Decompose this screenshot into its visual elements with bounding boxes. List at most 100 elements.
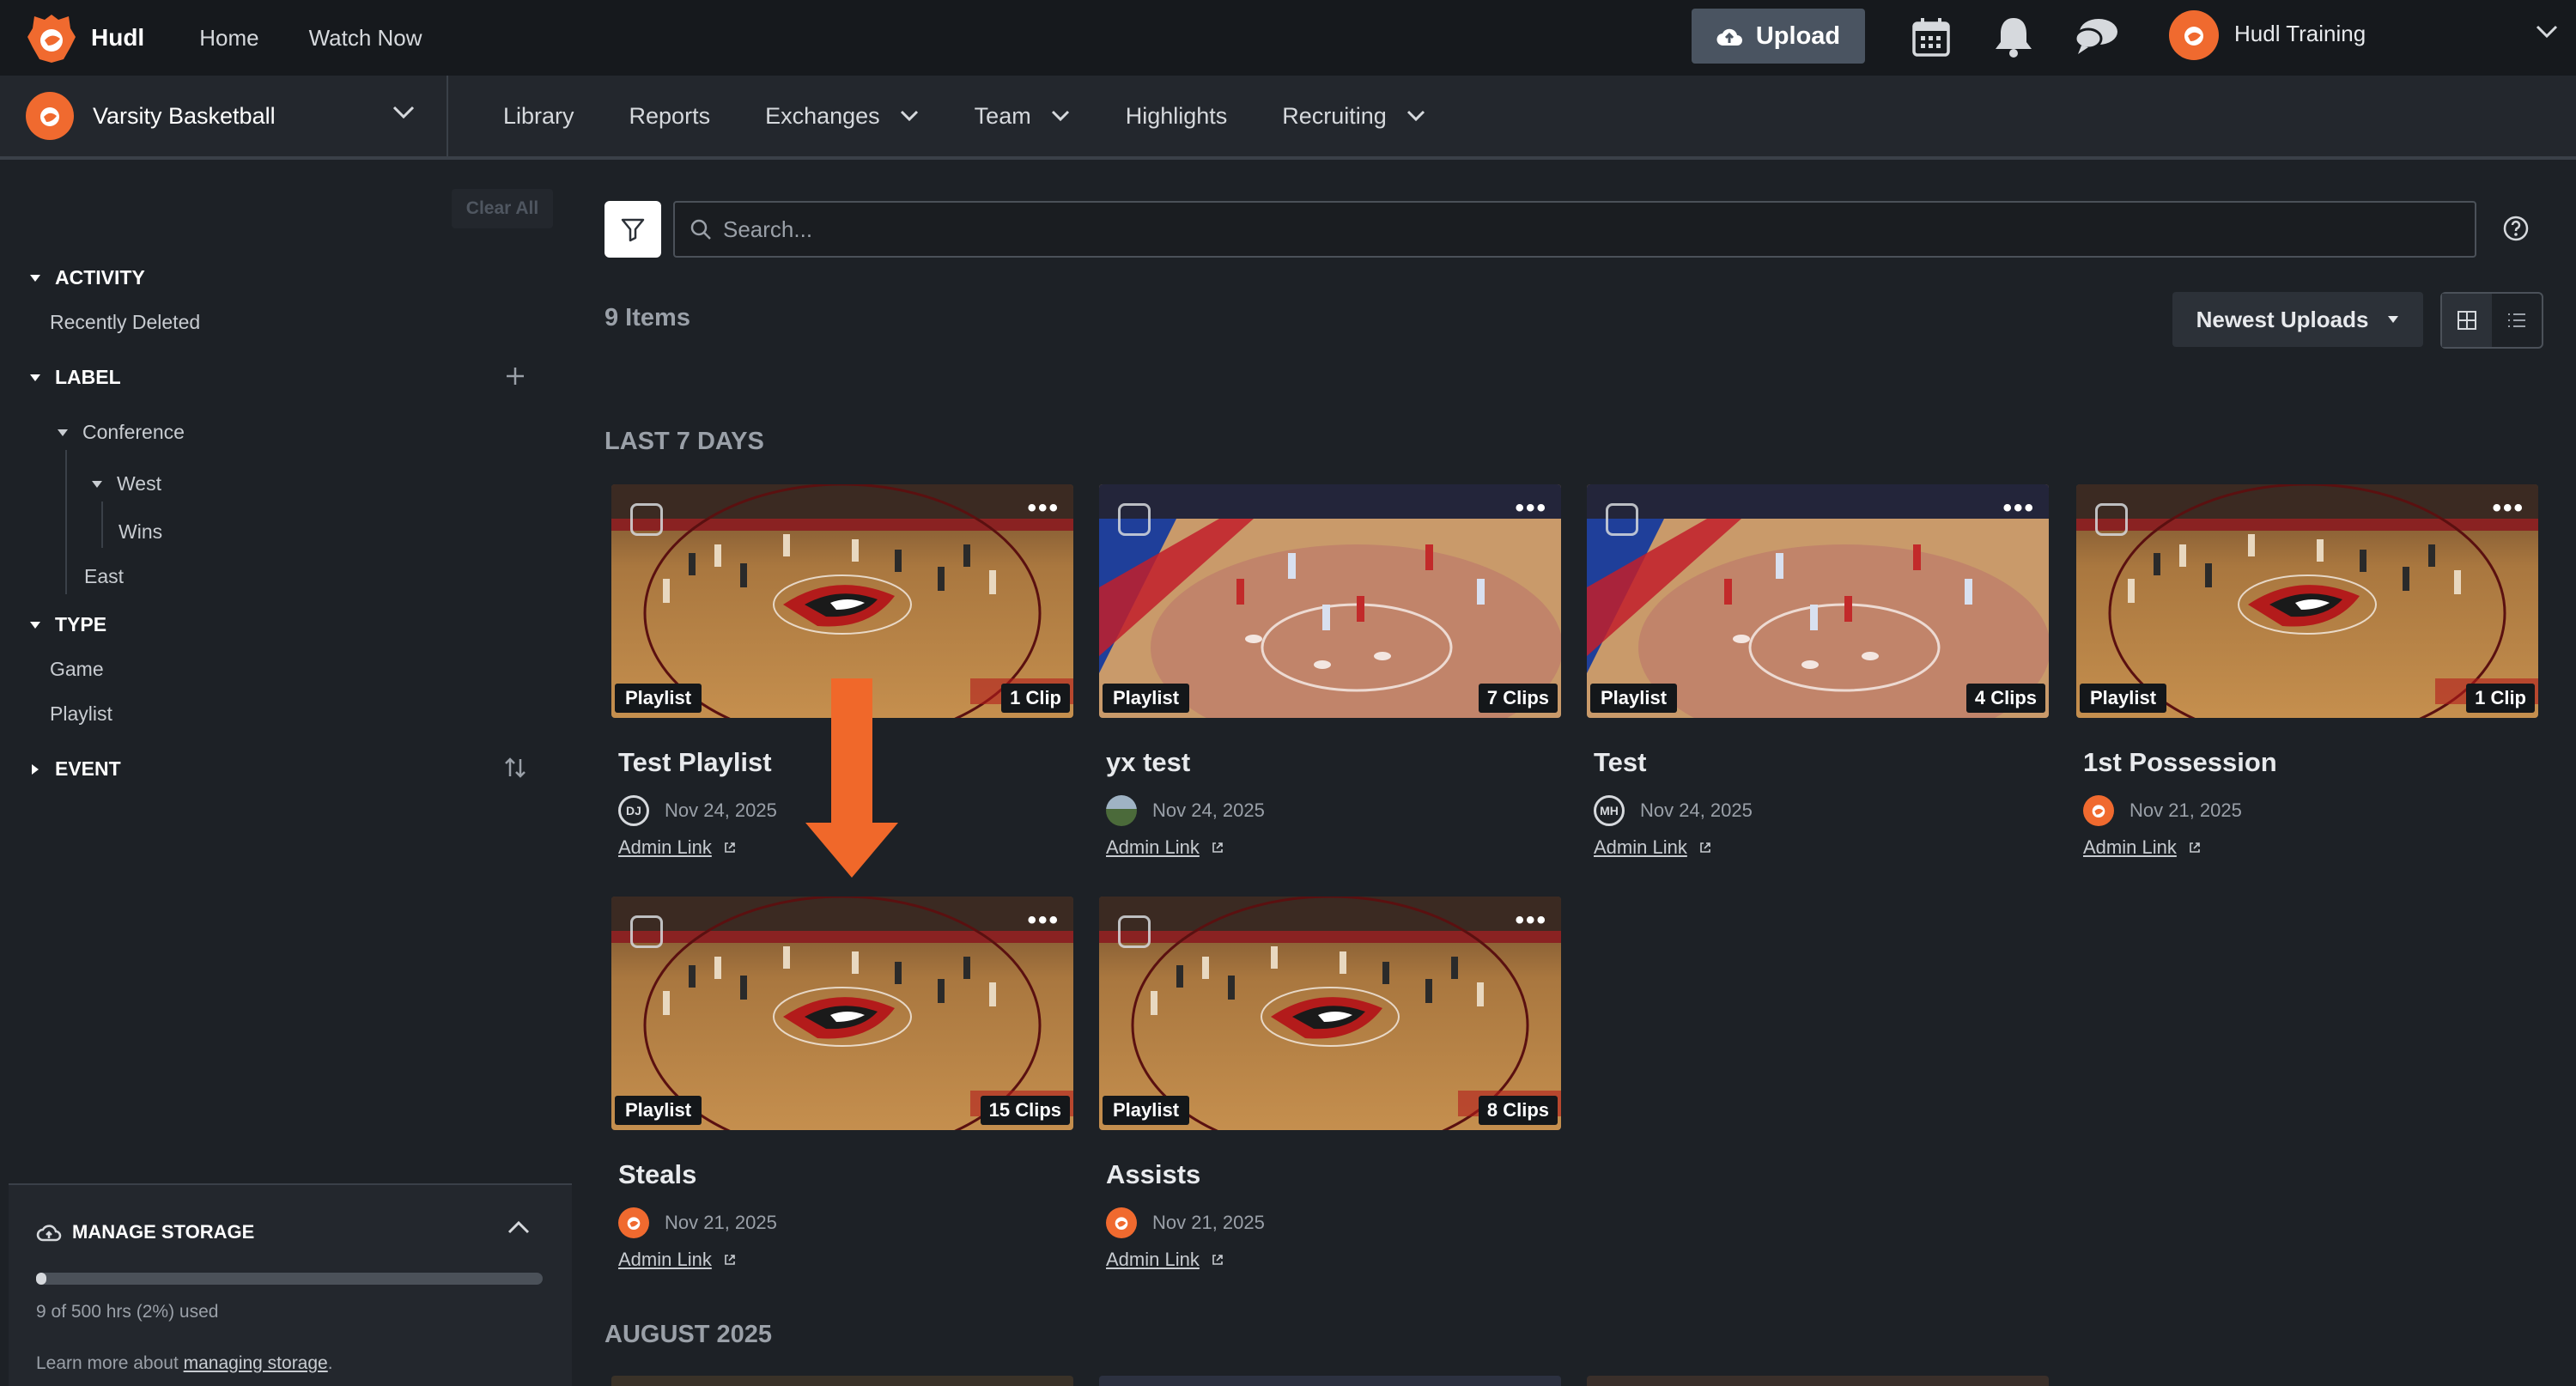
filter-recently-deleted[interactable]: Recently Deleted: [50, 311, 200, 334]
subnav-recruiting[interactable]: Recruiting: [1282, 103, 1426, 130]
filter-activity-header[interactable]: ACTIVITY: [29, 266, 145, 289]
filter-east[interactable]: East: [84, 565, 124, 588]
messages-button[interactable]: [2073, 14, 2119, 60]
filter-west[interactable]: West: [91, 472, 161, 495]
add-label-plus-icon[interactable]: [505, 366, 526, 386]
help-icon[interactable]: [2502, 215, 2530, 242]
clips-badge: 15 Clips: [980, 1096, 1070, 1125]
filter-wins[interactable]: Wins: [118, 520, 162, 544]
notifications-button[interactable]: [1990, 14, 2037, 60]
subnav-library[interactable]: Library: [503, 103, 574, 130]
storage-cloud-icon: [36, 1225, 62, 1242]
card-date: Nov 21, 2025: [665, 1212, 777, 1233]
playlist-thumbnail[interactable]: ••• Playlist 1 Clip: [2076, 484, 2538, 718]
filter-playlist[interactable]: Playlist: [50, 702, 112, 726]
manage-storage-panel: MANAGE STORAGE 9 of 500 hrs (2%) used Le…: [9, 1183, 572, 1386]
sort-dropdown[interactable]: Newest Uploads: [2172, 292, 2423, 347]
admin-link[interactable]: Admin Link: [2083, 836, 2201, 859]
more-options-icon[interactable]: •••: [2492, 495, 2524, 521]
manage-storage-header[interactable]: MANAGE STORAGE: [36, 1221, 254, 1243]
playlist-card[interactable]: ••• Playlist 7 Clips yx test Nov 24, 202…: [1099, 484, 1561, 862]
hudl-avatar-icon: [627, 1217, 641, 1230]
card-date: Nov 24, 2025: [1152, 799, 1265, 821]
more-options-icon[interactable]: •••: [1027, 495, 1060, 521]
calendar-button[interactable]: [1908, 14, 1954, 60]
search-input[interactable]: [723, 216, 2440, 243]
subnav-exchanges[interactable]: Exchanges: [765, 103, 920, 130]
more-options-icon[interactable]: •••: [1027, 908, 1060, 933]
filter-label-header[interactable]: LABEL: [29, 366, 121, 389]
nav-watch-now[interactable]: Watch Now: [309, 25, 422, 52]
admin-link[interactable]: Admin Link: [618, 1249, 736, 1271]
playlist-thumbnail[interactable]: ••• Playlist 8 Clips: [1099, 897, 1561, 1130]
team-selector[interactable]: Varsity Basketball: [0, 76, 448, 156]
card-title[interactable]: Assists: [1106, 1159, 1200, 1190]
playlist-thumbnail[interactable]: ••• Playlist 15 Clips: [611, 897, 1073, 1130]
owner-avatar: DJ: [618, 795, 649, 826]
chevron-down-icon: [392, 106, 415, 119]
card-title[interactable]: Steals: [618, 1159, 696, 1190]
playlist-card[interactable]: ••• Playlist 15 Clips Steals Nov 21, 202…: [611, 897, 1073, 1274]
playlist-card[interactable]: ••• Playlist 4 Clips Test MH Nov 24, 202…: [1587, 484, 2049, 862]
select-checkbox[interactable]: [630, 503, 663, 536]
playlist-card[interactable]: ••• Playlist 1 Clip 1st Possession Nov 2…: [2076, 484, 2538, 862]
sort-icon[interactable]: [503, 756, 527, 780]
type-badge: Playlist: [615, 684, 702, 713]
playlist-thumbnail[interactable]: ••• Playlist 4 Clips: [1587, 484, 2049, 718]
card-title[interactable]: 1st Possession: [2083, 747, 2277, 778]
admin-link[interactable]: Admin Link: [1594, 836, 1711, 859]
card-title[interactable]: Test: [1594, 747, 1646, 778]
filter-event-header[interactable]: EVENT: [29, 757, 121, 781]
filter-type-header[interactable]: TYPE: [29, 613, 106, 636]
nav-home[interactable]: Home: [199, 25, 258, 52]
card-date: Nov 21, 2025: [1152, 1212, 1265, 1233]
search-box: [673, 201, 2476, 258]
clear-all-button[interactable]: Clear All: [452, 189, 553, 228]
admin-link[interactable]: Admin Link: [1106, 836, 1224, 859]
grid-view-button[interactable]: [2442, 294, 2492, 347]
caret-down-icon: [30, 274, 40, 282]
playlist-card[interactable]: ••• Playlist 8 Clips Assists Nov 21, 202…: [1099, 897, 1561, 1274]
select-checkbox[interactable]: [1118, 503, 1151, 536]
chevron-up-icon[interactable]: [507, 1219, 531, 1235]
admin-link[interactable]: Admin Link: [618, 836, 736, 859]
clips-badge: 1 Clip: [2466, 684, 2535, 713]
list-view-button[interactable]: [2492, 294, 2542, 347]
subnav-recruiting-label: Recruiting: [1282, 102, 1387, 129]
chevron-down-icon[interactable]: [2535, 24, 2559, 40]
brand-home-link[interactable]: Hudl: [26, 11, 144, 64]
external-link-icon: [1700, 842, 1710, 853]
filter-conference[interactable]: Conference: [57, 421, 185, 444]
admin-link[interactable]: Admin Link: [1106, 1249, 1224, 1271]
hudl-avatar-icon: [2092, 805, 2105, 818]
subnav-team-label: Team: [974, 102, 1031, 129]
select-checkbox[interactable]: [630, 915, 663, 948]
storage-used-text: 9 of 500 hrs (2%) used: [36, 1302, 219, 1322]
upload-button[interactable]: Upload: [1692, 9, 1865, 64]
select-checkbox[interactable]: [2095, 503, 2128, 536]
select-checkbox[interactable]: [1606, 503, 1638, 536]
filter-toggle-button[interactable]: [605, 201, 661, 258]
more-options-icon[interactable]: •••: [2002, 495, 2035, 521]
user-name[interactable]: Hudl Training: [2234, 21, 2366, 47]
card-title[interactable]: yx test: [1106, 747, 1190, 778]
user-avatar[interactable]: [2169, 10, 2219, 60]
filter-game[interactable]: Game: [50, 658, 104, 681]
card-meta: DJ Nov 24, 2025: [618, 795, 777, 826]
calendar-icon: [1912, 18, 1950, 57]
subnav-team[interactable]: Team: [975, 103, 1071, 130]
more-options-icon[interactable]: •••: [1515, 495, 1547, 521]
filter-west-label: West: [117, 472, 161, 495]
managing-storage-link[interactable]: managing storage: [184, 1353, 328, 1373]
storage-progress-bar: [36, 1273, 543, 1285]
bell-icon: [1996, 18, 2032, 58]
card-title[interactable]: Test Playlist: [618, 747, 772, 778]
playlist-thumbnail[interactable]: ••• Playlist 7 Clips: [1099, 484, 1561, 718]
card-meta: Nov 21, 2025: [618, 1207, 777, 1238]
subnav-highlights[interactable]: Highlights: [1126, 103, 1228, 130]
select-checkbox[interactable]: [1118, 915, 1151, 948]
team-name: Varsity Basketball: [93, 102, 276, 129]
subnav-reports[interactable]: Reports: [629, 103, 711, 130]
type-badge: Playlist: [1590, 684, 1678, 713]
more-options-icon[interactable]: •••: [1515, 908, 1547, 933]
